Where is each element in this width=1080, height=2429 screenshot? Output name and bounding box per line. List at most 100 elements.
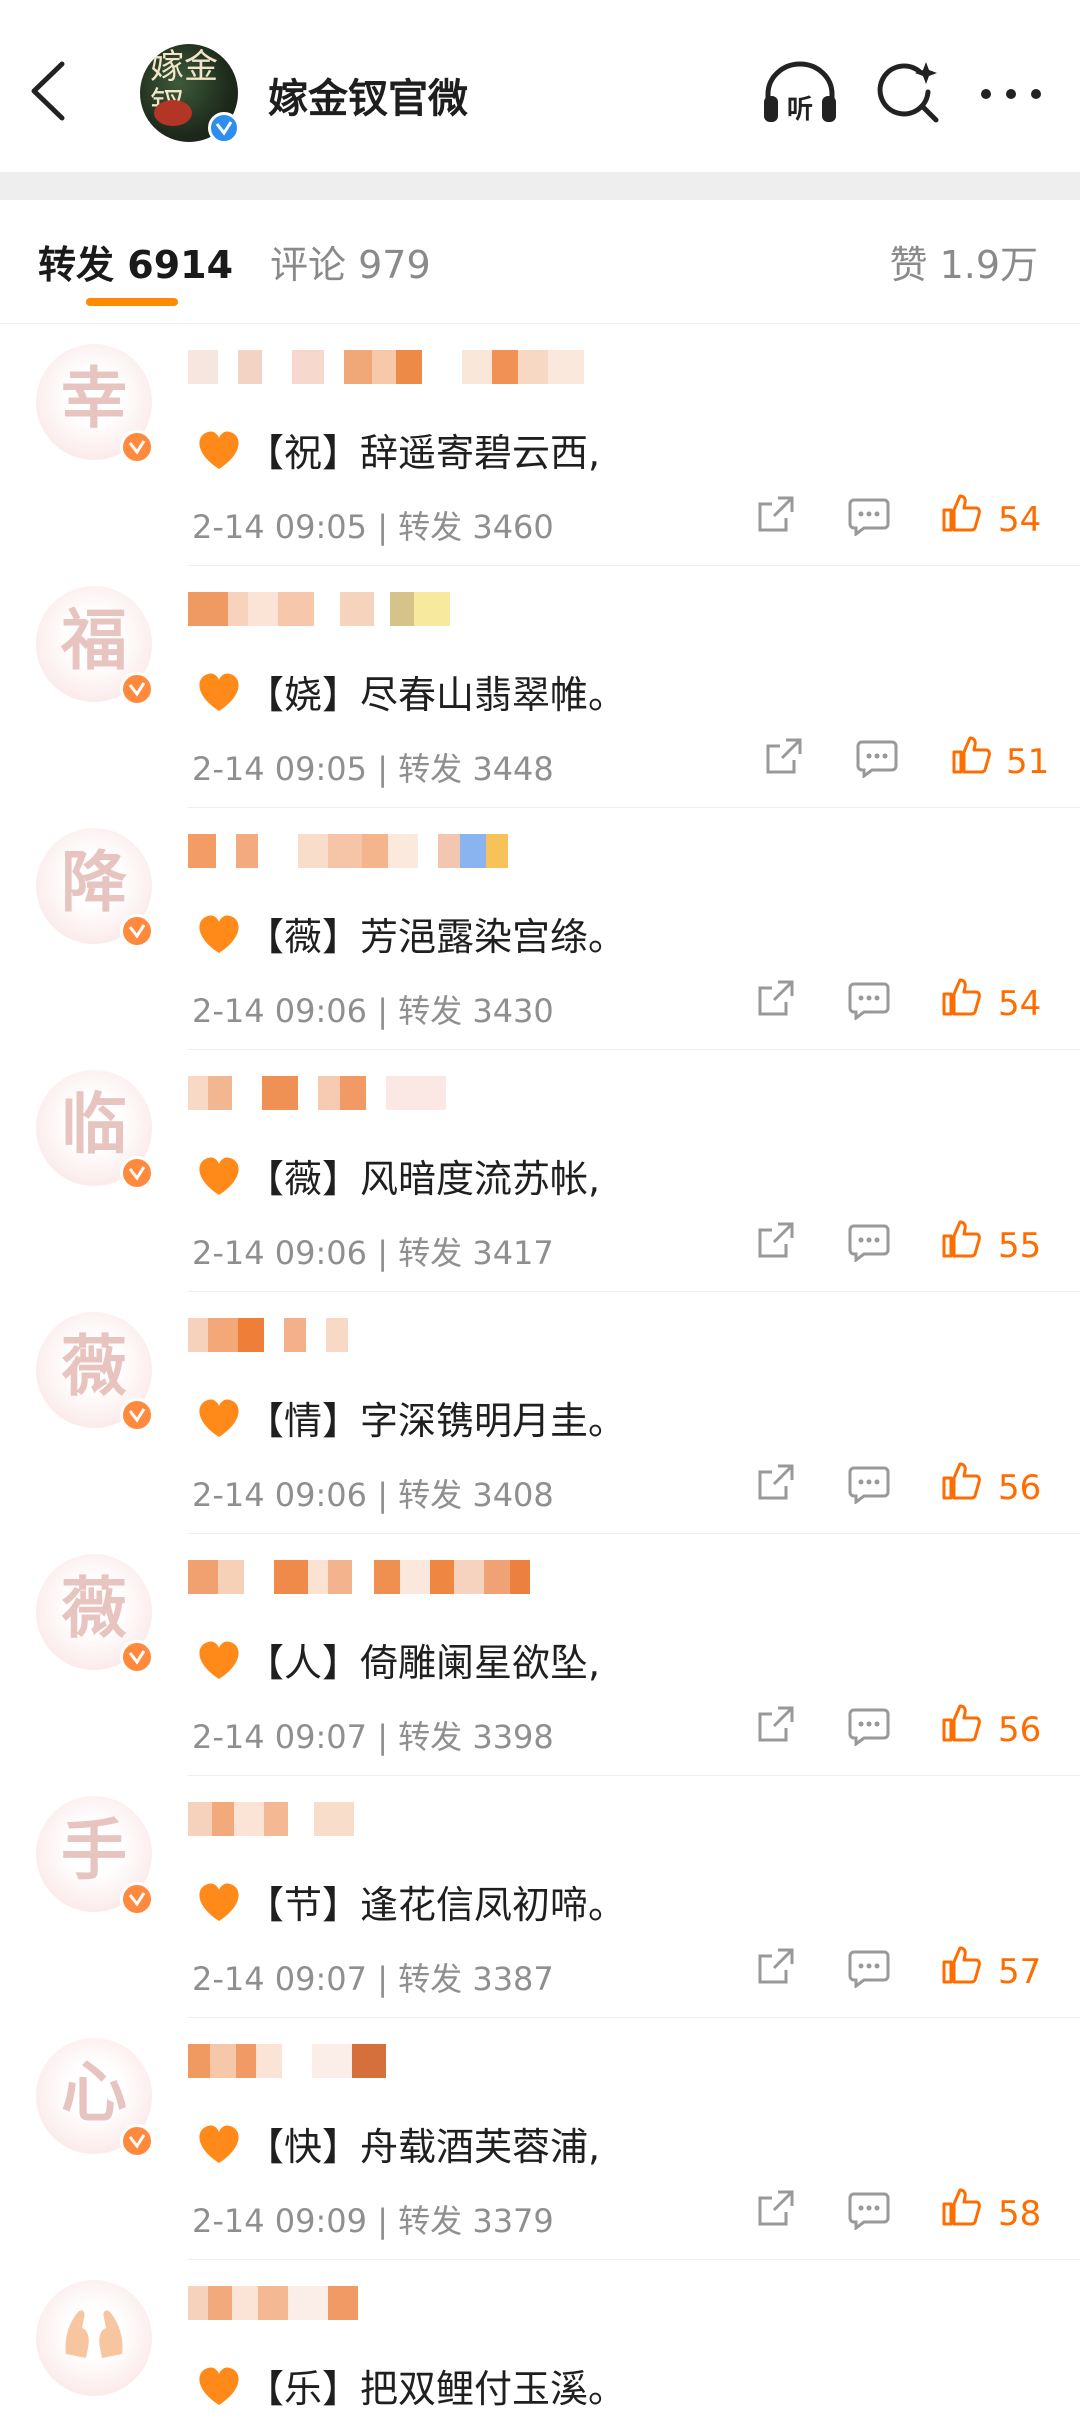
verified-badge-icon	[120, 1398, 154, 1432]
repost-text: 【薇】 芳浥露染宫绦。	[196, 906, 626, 961]
repost-meta: 2-14 09:06 | 转发 3408	[192, 1476, 554, 1514]
username-blurred[interactable]	[188, 350, 788, 384]
comment-bubble-icon[interactable]	[848, 1706, 890, 1746]
repost-row[interactable]: 福 【娆】 尽春山翡翠帷。 2-14 09:05 | 转发 3448 51	[0, 566, 1080, 808]
username-blurred[interactable]	[188, 1560, 788, 1594]
repost-row[interactable]: 临 【薇】 风暗度流苏帐, 2-14 09:06 | 转发 3417 55	[0, 1050, 1080, 1292]
thumbs-up-icon[interactable]	[940, 976, 982, 1018]
repost-meta: 2-14 09:07 | 转发 3387	[192, 1960, 554, 1998]
repost-row[interactable]: 薇 【情】 字深镌明月圭。 2-14 09:06 | 转发 3408 56	[0, 1292, 1080, 1534]
verified-badge-icon	[120, 1156, 154, 1190]
like-count: 57	[998, 1952, 1042, 1992]
username-blurred[interactable]	[188, 1802, 788, 1836]
comment-bubble-icon[interactable]	[848, 1464, 890, 1504]
tab-comment[interactable]: 评论 979	[270, 234, 431, 289]
repost-text: 【薇】 风暗度流苏帐,	[196, 1148, 600, 1203]
repost-share-icon[interactable]	[756, 2188, 796, 2228]
avatar[interactable]	[36, 2280, 152, 2396]
repost-text: 【娆】 尽春山翡翠帷。	[196, 664, 626, 719]
listen-label: 听	[787, 95, 813, 125]
back-arrow-icon[interactable]	[22, 56, 78, 126]
repost-share-icon[interactable]	[764, 736, 804, 776]
comment-bubble-icon[interactable]	[848, 980, 890, 1020]
praying-hands-icon	[65, 2310, 123, 2358]
thumbs-up-icon[interactable]	[950, 734, 992, 776]
thumbs-up-icon[interactable]	[940, 1460, 982, 1502]
tab-repost[interactable]: 转发 6914	[38, 234, 233, 289]
repost-meta: 2-14 09:05 | 转发 3460	[192, 508, 554, 546]
username-blurred[interactable]	[188, 2286, 788, 2320]
tab-bar: 转发 6914 评论 979 赞 1.9万	[0, 200, 1080, 324]
thumbs-up-icon[interactable]	[940, 492, 982, 534]
repost-text: 【快】 舟载酒芙蓉浦,	[196, 2116, 600, 2171]
orange-heart-icon	[199, 1157, 239, 1195]
comment-bubble-icon[interactable]	[848, 2190, 890, 2230]
like-count: 51	[1006, 742, 1050, 782]
username-blurred[interactable]	[188, 2044, 788, 2078]
more-dots-icon[interactable]	[978, 84, 1044, 104]
repost-text: 【人】 倚雕阑星欲坠,	[196, 1632, 600, 1687]
thumbs-up-icon[interactable]	[940, 1702, 982, 1744]
repost-share-icon[interactable]	[756, 1462, 796, 1502]
like-count: 54	[998, 984, 1042, 1024]
repost-meta: 2-14 09:06 | 转发 3417	[192, 1234, 554, 1272]
orange-heart-icon	[199, 2367, 239, 2405]
tab-repost-count: 6914	[127, 243, 234, 287]
repost-meta: 2-14 09:06 | 转发 3430	[192, 992, 554, 1030]
repost-meta: 2-14 09:09 | 转发 3379	[192, 2202, 554, 2240]
verified-badge-icon	[120, 2124, 154, 2158]
username-blurred[interactable]	[188, 834, 788, 868]
repost-share-icon[interactable]	[756, 1946, 796, 1986]
comment-bubble-icon[interactable]	[848, 496, 890, 536]
verified-badge-icon	[120, 672, 154, 706]
search-sparkle-icon[interactable]	[876, 58, 942, 124]
like-count: 56	[998, 1468, 1042, 1508]
thumbs-up-icon[interactable]	[940, 2186, 982, 2228]
listen-headphones-icon[interactable]: 听	[760, 58, 840, 128]
orange-heart-icon	[199, 915, 239, 953]
repost-row[interactable]: 心 【快】 舟载酒芙蓉浦, 2-14 09:09 | 转发 3379 58	[0, 2018, 1080, 2260]
avatar[interactable]: 手	[36, 1796, 154, 1916]
comment-bubble-icon[interactable]	[848, 1222, 890, 1262]
repost-row[interactable]: 薇 【人】 倚雕阑星欲坠, 2-14 09:07 | 转发 3398 56	[0, 1534, 1080, 1776]
repost-share-icon[interactable]	[756, 978, 796, 1018]
verified-badge-icon	[120, 1882, 154, 1916]
tab-repost-label: 转发	[38, 243, 115, 287]
avatar[interactable]: 幸	[36, 344, 154, 464]
username-blurred[interactable]	[188, 1076, 788, 1110]
orange-heart-icon	[199, 1399, 239, 1437]
repost-text: 【节】 逢花信凤初啼。	[196, 1874, 626, 1929]
avatar[interactable]: 降	[36, 828, 154, 948]
avatar[interactable]: 福	[36, 586, 154, 706]
thumbs-up-icon[interactable]	[940, 1218, 982, 1260]
account-title[interactable]: 嫁金钗官微	[268, 66, 468, 124]
username-blurred[interactable]	[188, 1318, 788, 1352]
repost-row[interactable]: 幸 【祝】 辞遥寄碧云西, 2-14 09:05 | 转发 3460 54	[0, 324, 1080, 566]
repost-share-icon[interactable]	[756, 494, 796, 534]
tab-comment-label: 评论	[270, 243, 347, 287]
repost-row[interactable]: 【乐】 把双鲤付玉溪。	[0, 2260, 1080, 2429]
verified-badge-icon	[120, 1640, 154, 1674]
repost-text: 【情】 字深镌明月圭。	[196, 1390, 626, 1445]
comment-bubble-icon[interactable]	[848, 1948, 890, 1988]
section-separator	[0, 172, 1080, 200]
avatar[interactable]: 临	[36, 1070, 154, 1190]
tab-likes[interactable]: 赞 1.9万	[889, 234, 1038, 289]
username-blurred[interactable]	[188, 592, 788, 626]
orange-heart-icon	[199, 673, 239, 711]
orange-heart-icon	[199, 1883, 239, 1921]
avatar[interactable]: 薇	[36, 1554, 154, 1674]
comment-bubble-icon[interactable]	[856, 738, 898, 778]
repost-text: 【祝】 辞遥寄碧云西,	[196, 422, 600, 477]
like-count: 54	[998, 500, 1042, 540]
repost-share-icon[interactable]	[756, 1220, 796, 1260]
like-count: 56	[998, 1710, 1042, 1750]
repost-share-icon[interactable]	[756, 1704, 796, 1744]
repost-row[interactable]: 降 【薇】 芳浥露染宫绦。 2-14 09:06 | 转发 3430 54	[0, 808, 1080, 1050]
orange-heart-icon	[199, 1641, 239, 1679]
verified-badge-icon	[120, 914, 154, 948]
thumbs-up-icon[interactable]	[940, 1944, 982, 1986]
avatar[interactable]: 心	[36, 2038, 154, 2158]
repost-row[interactable]: 手 【节】 逢花信凤初啼。 2-14 09:07 | 转发 3387 57	[0, 1776, 1080, 2018]
avatar[interactable]: 薇	[36, 1312, 154, 1432]
